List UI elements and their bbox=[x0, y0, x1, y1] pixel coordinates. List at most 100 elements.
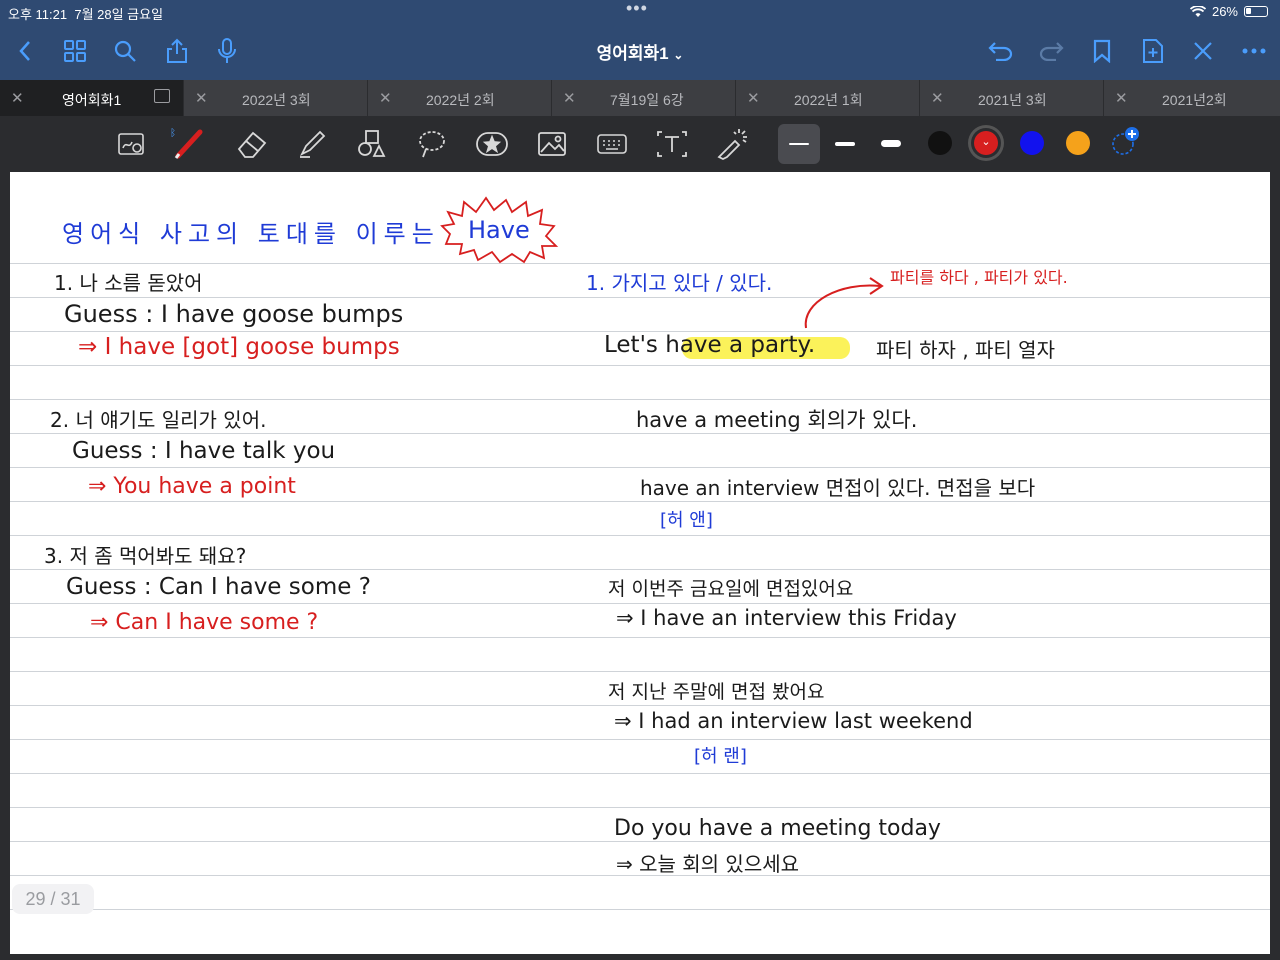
note-title-badge: Have bbox=[468, 216, 530, 244]
zoom-window-icon[interactable] bbox=[114, 126, 150, 162]
tab-bar: ✕ 영어회화1 ✕ 2022년 3회 ✕ 2022년 2회 ✕ 7월19일 6강 ✕ 20… bbox=[0, 80, 1280, 116]
interview-phrase: have an interview 면접이 있다. 면접을 보다 bbox=[640, 476, 1036, 500]
tab-3[interactable]: ✕ 7월19일 6강 bbox=[552, 80, 736, 116]
example-3-korean: ⇒ 오늘 회의 있으세요 bbox=[616, 852, 800, 876]
multitasking-dots-icon[interactable]: ••• bbox=[626, 0, 648, 19]
share-icon[interactable] bbox=[160, 34, 194, 68]
chevron-down-icon: ⌄ bbox=[673, 48, 684, 62]
battery-icon bbox=[1244, 6, 1268, 17]
back-chevron-icon[interactable] bbox=[8, 34, 42, 68]
tab-4[interactable]: ✕ 2022년 1회 bbox=[736, 80, 920, 116]
party-translation: 파티 하자 , 파티 열자 bbox=[876, 338, 1055, 362]
tab-1[interactable]: ✕ 2022년 3회 bbox=[184, 80, 368, 116]
keyboard-tool-icon[interactable] bbox=[594, 126, 630, 162]
search-icon[interactable] bbox=[108, 34, 142, 68]
rule-line bbox=[10, 399, 1270, 400]
add-color-icon[interactable] bbox=[1106, 124, 1142, 160]
example-1-english: ⇒ I have an interview this Friday bbox=[616, 606, 957, 630]
rule-line bbox=[10, 841, 1270, 842]
drawing-toolbar: ᛒ ⌄ bbox=[0, 116, 1280, 172]
shapes-tool-icon[interactable] bbox=[354, 126, 390, 162]
undo-icon[interactable] bbox=[984, 34, 1018, 68]
image-tool-icon[interactable] bbox=[534, 126, 570, 162]
color-swatch-blue[interactable] bbox=[1020, 131, 1044, 155]
document-title[interactable]: 영어회화1 ⌄ bbox=[560, 39, 720, 64]
tab-close-icon[interactable]: ✕ bbox=[11, 89, 24, 107]
rule-line bbox=[10, 365, 1270, 366]
tab-close-icon[interactable]: ✕ bbox=[931, 89, 944, 107]
laser-pointer-icon[interactable] bbox=[714, 126, 750, 162]
question-3: 3. 저 좀 먹어봐도 돼요? bbox=[44, 544, 247, 568]
rule-line bbox=[10, 807, 1270, 808]
note-page[interactable]: 영어식 사고의 토대를 이루는 Have 1. 나 소름 돋았어 Guess :… bbox=[10, 172, 1270, 954]
close-pen-icon[interactable] bbox=[1186, 34, 1220, 68]
tab-label: 2022년 1회 bbox=[794, 92, 863, 108]
tab-0[interactable]: ✕ 영어회화1 bbox=[0, 80, 184, 116]
tab-label: 2021년2회 bbox=[1162, 92, 1227, 108]
example-2-korean: 저 지난 주말에 면접 봤어요 bbox=[608, 681, 825, 703]
rule-line bbox=[10, 773, 1270, 774]
tab-5[interactable]: ✕ 2021년 3회 bbox=[920, 80, 1104, 116]
tab-label: 7월19일 6강 bbox=[610, 92, 684, 108]
line-width-thin[interactable] bbox=[778, 124, 820, 164]
rule-line bbox=[10, 569, 1270, 570]
guess-2: Guess : I have talk you bbox=[72, 438, 336, 464]
text-box-tool-icon[interactable] bbox=[654, 126, 690, 162]
highlighter-tool-icon[interactable] bbox=[294, 126, 330, 162]
an-pronunciation: [허 앤] bbox=[660, 510, 713, 531]
battery-fill bbox=[1246, 8, 1251, 14]
grid-view-icon[interactable] bbox=[58, 34, 92, 68]
color-swatch-red[interactable]: ⌄ bbox=[974, 131, 998, 155]
example-1-korean: 저 이번주 금요일에 면접있어요 bbox=[608, 578, 854, 600]
rule-line bbox=[10, 637, 1270, 638]
rule-line bbox=[10, 671, 1270, 672]
redo-icon[interactable] bbox=[1034, 34, 1068, 68]
tab-6[interactable]: ✕ 2021년2회 bbox=[1104, 80, 1280, 116]
bookmark-icon[interactable] bbox=[1085, 34, 1119, 68]
rule-line bbox=[10, 263, 1270, 264]
battery-percent: 26% bbox=[1211, 4, 1238, 19]
split-view-icon[interactable] bbox=[154, 89, 170, 103]
rule-line bbox=[10, 535, 1270, 536]
lasso-tool-icon[interactable] bbox=[414, 126, 450, 162]
question-1: 1. 나 소름 돋았어 bbox=[54, 271, 203, 295]
tab-close-icon[interactable]: ✕ bbox=[379, 89, 392, 107]
top-toolbar: 영어회화1 ⌄ bbox=[0, 24, 1280, 80]
rule-line bbox=[10, 739, 1270, 740]
tab-close-icon[interactable]: ✕ bbox=[747, 89, 760, 107]
tab-close-icon[interactable]: ✕ bbox=[1115, 89, 1128, 107]
tab-label: 2022년 3회 bbox=[242, 92, 311, 108]
tab-close-icon[interactable]: ✕ bbox=[195, 89, 208, 107]
had-pronunciation: [허 랜] bbox=[694, 746, 747, 767]
status-time: 오후 11:21 bbox=[8, 7, 68, 22]
meaning-heading: 1. 가지고 있다 / 있다. bbox=[586, 271, 773, 295]
eraser-tool-icon[interactable] bbox=[234, 126, 270, 162]
status-date: 7월 28일 금요일 bbox=[74, 7, 164, 22]
page-indicator[interactable]: 29 / 31 bbox=[12, 884, 94, 914]
party-sentence: Let's have a party. bbox=[604, 332, 816, 358]
guess-3: Guess : Can I have some ? bbox=[66, 574, 371, 600]
rule-line bbox=[10, 909, 1270, 910]
line-width-medium[interactable] bbox=[824, 124, 866, 164]
tab-label: 2021년 3회 bbox=[978, 92, 1047, 108]
wifi-icon bbox=[1189, 5, 1206, 17]
tab-2[interactable]: ✕ 2022년 2회 bbox=[368, 80, 552, 116]
answer-2: ⇒ You have a point bbox=[88, 474, 296, 499]
tab-label: 영어회화1 bbox=[62, 92, 122, 108]
line-width-thick[interactable] bbox=[870, 124, 912, 164]
tab-close-icon[interactable]: ✕ bbox=[563, 89, 576, 107]
question-2: 2. 너 얘기도 일리가 있어. bbox=[50, 408, 267, 432]
example-3-english: Do you have a meeting today bbox=[614, 816, 941, 841]
svg-text:ᛒ: ᛒ bbox=[170, 128, 176, 139]
color-swatch-orange[interactable] bbox=[1066, 131, 1090, 155]
pen-tool-icon[interactable]: ᛒ bbox=[170, 126, 206, 162]
rule-line bbox=[10, 705, 1270, 706]
more-icon[interactable] bbox=[1237, 34, 1271, 68]
microphone-icon[interactable] bbox=[210, 34, 244, 68]
elements-star-icon[interactable] bbox=[474, 126, 510, 162]
add-page-icon[interactable] bbox=[1136, 34, 1170, 68]
rule-line bbox=[10, 501, 1270, 502]
color-swatch-black[interactable] bbox=[928, 131, 952, 155]
document-title-text: 영어회화1 bbox=[596, 44, 669, 63]
answer-3: ⇒ Can I have some ? bbox=[90, 610, 319, 635]
